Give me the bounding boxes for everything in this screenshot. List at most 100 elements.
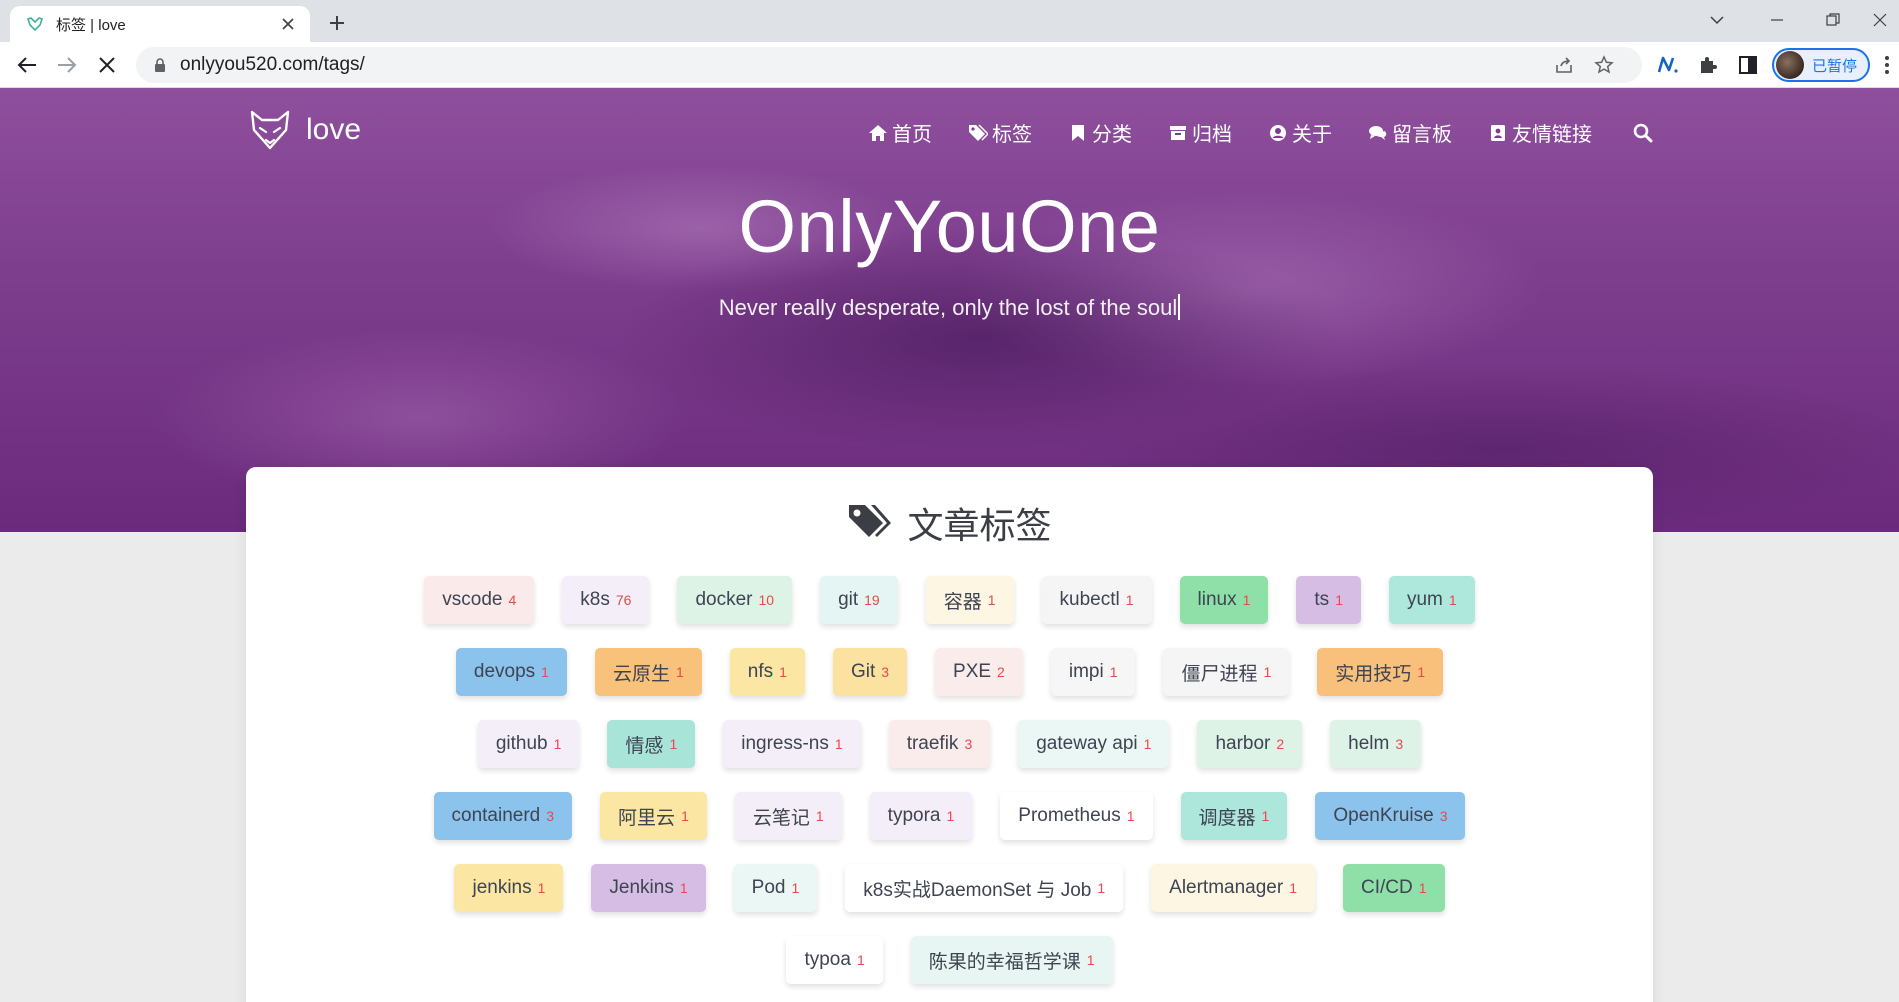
- tag-count: 1: [681, 808, 689, 824]
- tag-name: nfs: [747, 661, 774, 682]
- tag-count: 1: [1448, 592, 1457, 608]
- tag-chip[interactable]: 云笔记 1: [734, 792, 842, 840]
- tag-count: 19: [864, 592, 880, 608]
- tag-chip[interactable]: yum 1: [1388, 576, 1475, 624]
- tag-chip[interactable]: containerd 3: [433, 792, 573, 840]
- tag-chip[interactable]: CI/CD 1: [1343, 864, 1445, 912]
- tag-chip[interactable]: 实用技巧 1: [1317, 648, 1444, 696]
- tag-chip[interactable]: 容器 1: [925, 576, 1014, 624]
- extensions-puzzle-icon[interactable]: [1694, 51, 1722, 79]
- tag-chip[interactable]: 调度器 1: [1180, 792, 1288, 840]
- tag-chip[interactable]: 陈果的幸福哲学课 1: [910, 936, 1113, 984]
- tag-name: yum: [1406, 589, 1443, 610]
- url-text[interactable]: onlyyou520.com/tags/: [180, 54, 365, 76]
- stop-loading-icon[interactable]: [93, 51, 121, 79]
- tag-count: 1: [669, 736, 678, 752]
- restore-window-icon[interactable]: [1810, 4, 1856, 36]
- new-tab-icon[interactable]: [322, 8, 352, 38]
- site-logo[interactable]: love: [248, 108, 361, 152]
- tag-name: docker: [695, 589, 753, 610]
- address-bar[interactable]: onlyyou520.com/tags/: [136, 47, 1642, 83]
- tag-count: 1: [541, 664, 549, 680]
- close-window-icon[interactable]: [1860, 4, 1899, 36]
- tag-chip[interactable]: 情感 1: [607, 720, 696, 768]
- tag-chip[interactable]: git 19: [820, 576, 898, 624]
- tag-name: 实用技巧: [1335, 663, 1412, 685]
- tag-chip[interactable]: linux 1: [1179, 576, 1269, 624]
- nav-item-about[interactable]: 关于: [1268, 118, 1332, 147]
- tag-chip[interactable]: github 1: [477, 720, 580, 768]
- tag-count: 76: [615, 592, 632, 608]
- tag-count: 1: [779, 664, 787, 680]
- browser-menu-icon[interactable]: [1880, 51, 1894, 79]
- forward-arrow-icon[interactable]: [53, 51, 81, 79]
- tag-chip[interactable]: helm 3: [1330, 720, 1422, 768]
- comments-icon: [1368, 123, 1388, 143]
- bookmark-star-icon[interactable]: [1590, 51, 1618, 79]
- tag-chip[interactable]: typoa 1: [786, 936, 883, 984]
- tag-chip[interactable]: Pod 1: [733, 864, 818, 912]
- hero-subtitle: Never really desperate, only the lost of…: [0, 294, 1899, 321]
- tag-chip[interactable]: 僵尸进程 1: [1163, 648, 1290, 696]
- search-icon[interactable]: [1632, 122, 1654, 144]
- tag-chip[interactable]: nfs 1: [729, 648, 805, 696]
- tag-name: containerd: [451, 805, 541, 826]
- tag-count: 3: [546, 808, 555, 824]
- tag-chip[interactable]: typora 1: [869, 792, 973, 840]
- tag-chip[interactable]: PXE 2: [935, 648, 1023, 696]
- tag-name: Alertmanager: [1169, 877, 1284, 898]
- tab-search-chevron-down-icon[interactable]: [1694, 4, 1740, 36]
- tag-chip[interactable]: Git 3: [832, 648, 908, 696]
- nav-item-guestbook[interactable]: 留言板: [1368, 118, 1452, 147]
- nav-item-links[interactable]: 友情链接: [1488, 118, 1592, 147]
- tag-chip[interactable]: Jenkins 1: [591, 864, 706, 912]
- tag-chip[interactable]: Alertmanager 1: [1151, 864, 1315, 912]
- nav-item-archive[interactable]: 归档: [1168, 118, 1232, 147]
- tag-count: 4: [508, 592, 517, 608]
- profile-button[interactable]: 已暂停: [1772, 48, 1870, 82]
- tags-icon: [849, 505, 892, 537]
- share-icon[interactable]: [1550, 51, 1578, 79]
- tag-count: 2: [1276, 736, 1285, 752]
- tag-name: CI/CD: [1361, 877, 1413, 898]
- tag-name: harbor: [1215, 733, 1271, 754]
- nav-item-home[interactable]: 首页: [868, 118, 932, 147]
- tab-close-icon[interactable]: [278, 14, 298, 34]
- tag-chip[interactable]: vscode 4: [424, 576, 535, 624]
- tag-chip[interactable]: k8s实战DaemonSet 与 Job 1: [845, 864, 1124, 912]
- extension-n-icon[interactable]: [1654, 51, 1682, 79]
- tag-row: devops 1 云原生 1 nfs 1 Git 3 PXE 2 impi 1 僵尸进程 1 实用技巧 1: [246, 648, 1653, 696]
- site-favicon-icon: [26, 15, 44, 33]
- side-panel-icon[interactable]: [1734, 51, 1762, 79]
- tag-chip[interactable]: traefik 3: [888, 720, 991, 768]
- tag-chip[interactable]: 云原生 1: [594, 648, 702, 696]
- tag-chip[interactable]: harbor 2: [1197, 720, 1303, 768]
- browser-tab-active[interactable]: 标签 | love: [10, 6, 310, 42]
- tag-chip[interactable]: gateway api 1: [1018, 720, 1170, 768]
- lock-icon[interactable]: [152, 57, 168, 73]
- nav-item-label: 归档: [1192, 124, 1232, 146]
- tag-count: 1: [987, 592, 996, 608]
- tag-chip[interactable]: ingress-ns 1: [723, 720, 861, 768]
- tag-chip[interactable]: devops 1: [455, 648, 567, 696]
- tag-chip[interactable]: OpenKruise 3: [1315, 792, 1466, 840]
- nav-item-categories[interactable]: 分类: [1068, 118, 1132, 147]
- page-scrollbar[interactable]: [1889, 88, 1899, 1002]
- tag-chip[interactable]: docker 10: [677, 576, 793, 624]
- tag-name: typora: [887, 805, 941, 826]
- nav-item-tags[interactable]: 标签: [968, 118, 1032, 147]
- tag-chip[interactable]: k8s 76: [562, 576, 650, 624]
- hero-subtitle-text: Never really desperate, only the lost of…: [718, 295, 1178, 320]
- nav-item-label: 友情链接: [1512, 124, 1592, 146]
- tag-chip[interactable]: kubectl 1: [1041, 576, 1152, 624]
- back-arrow-icon[interactable]: [13, 51, 41, 79]
- tag-chip[interactable]: 阿里云 1: [600, 792, 707, 840]
- tag-row: vscode 4 k8s 76 docker 10 git 19 容器 1 kubectl 1 linu…: [246, 576, 1653, 624]
- tag-chip[interactable]: impi 1: [1050, 648, 1136, 696]
- tag-chip[interactable]: jenkins 1: [454, 864, 564, 912]
- tag-name: kubectl: [1059, 589, 1120, 610]
- tag-chip[interactable]: Prometheus 1: [1000, 792, 1153, 840]
- minimize-window-icon[interactable]: [1754, 4, 1800, 36]
- tag-chip[interactable]: ts 1: [1296, 576, 1361, 624]
- fox-logo-icon: [250, 110, 290, 150]
